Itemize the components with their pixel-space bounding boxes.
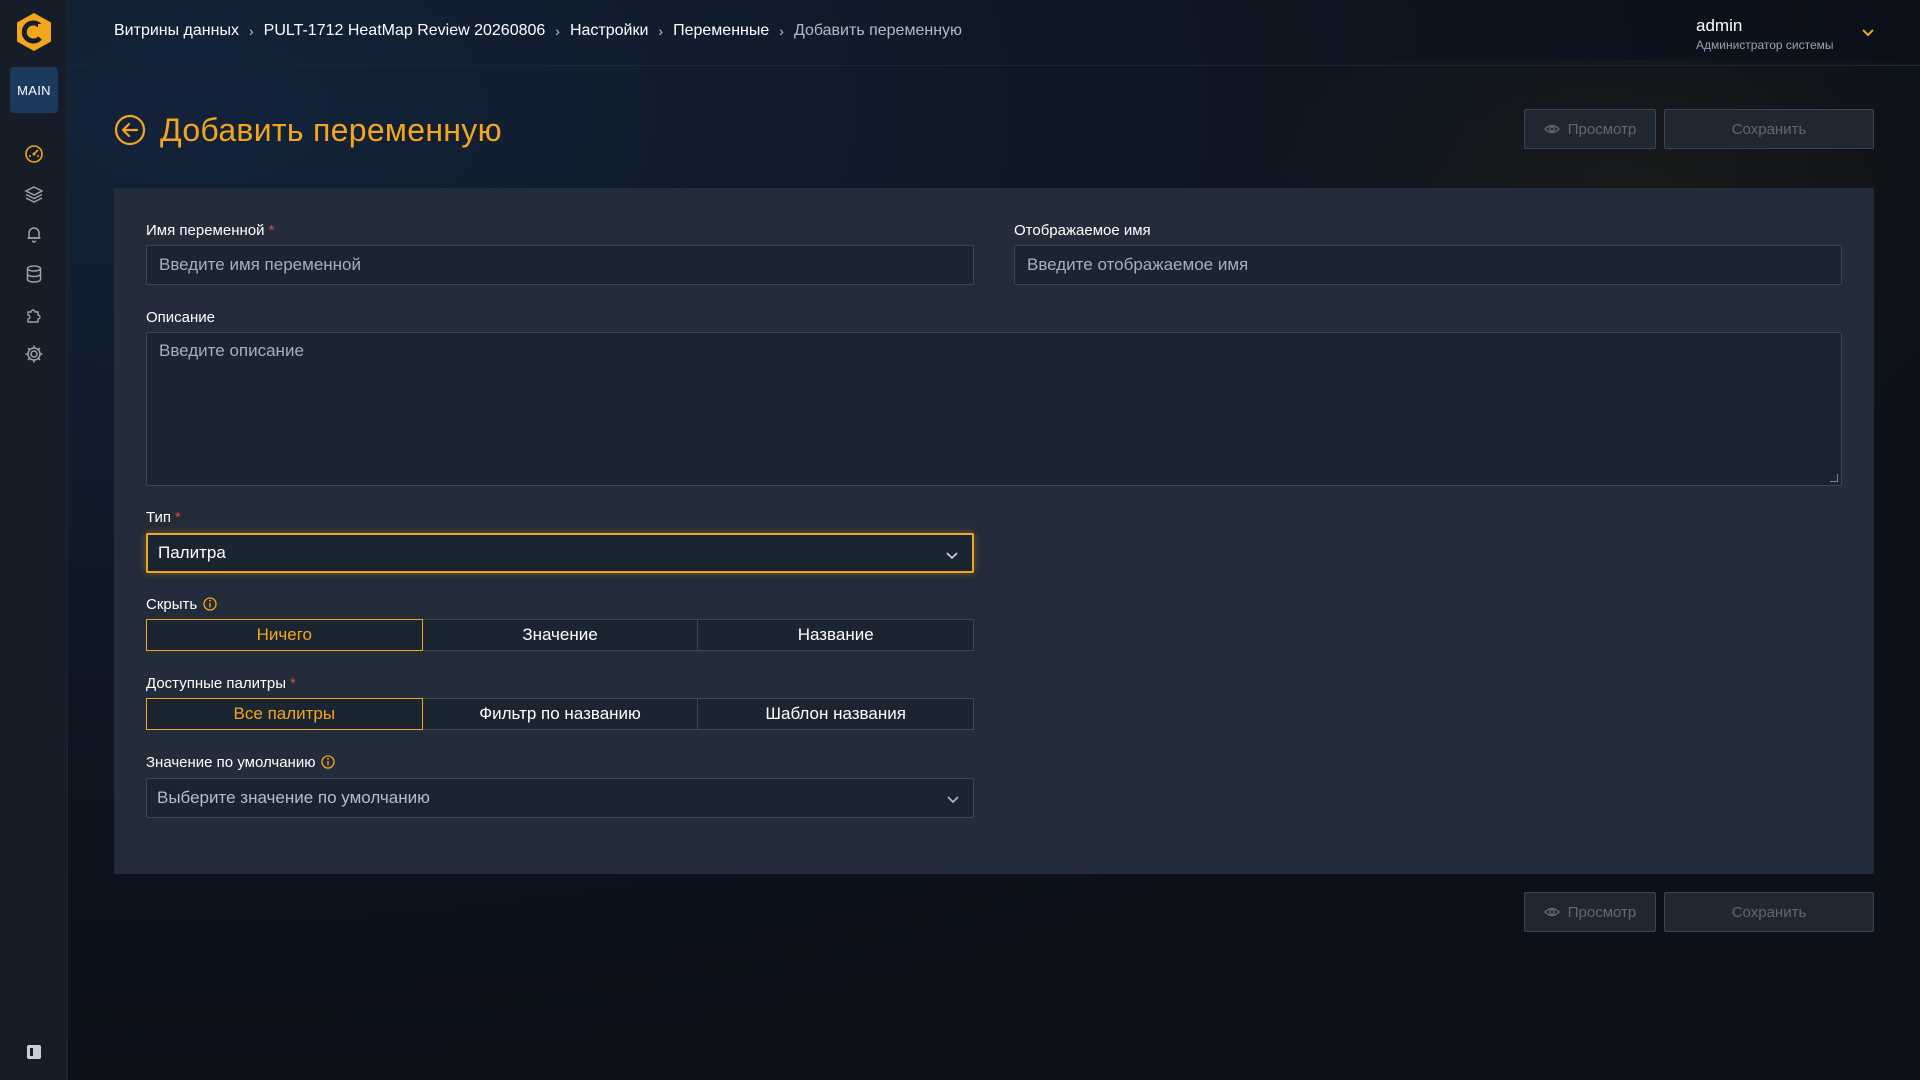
gear-icon[interactable] <box>22 342 46 366</box>
chevron-right-icon: › <box>779 23 784 39</box>
layers-icon[interactable] <box>22 182 46 206</box>
display-name-input[interactable] <box>1014 245 1842 285</box>
sidebar: MAIN <box>0 0 68 1080</box>
database-icon[interactable] <box>22 262 46 286</box>
variable-name-input[interactable] <box>146 245 974 285</box>
app-logo[interactable] <box>14 12 54 52</box>
user-menu[interactable]: admin Администратор системы <box>1696 14 1876 54</box>
preview-label: Просмотр <box>1567 903 1637 921</box>
palettes-option-all[interactable]: Все палитры <box>146 698 423 730</box>
variable-form: Имя переменной* Отображаемое имя Описани… <box>114 188 1874 874</box>
description-textarea[interactable] <box>146 332 1842 486</box>
default-value-select[interactable]: Выберите значение по умолчанию <box>146 778 974 818</box>
type-select[interactable]: Палитра <box>146 533 974 573</box>
hide-segmented-control: Ничего Значение Название <box>146 619 975 651</box>
preview-button[interactable]: Просмотр <box>1524 109 1656 149</box>
preview-button-bottom[interactable]: Просмотр <box>1524 892 1656 932</box>
chevron-down-icon <box>947 796 959 804</box>
palettes-option-template[interactable]: Шаблон названия <box>697 698 975 730</box>
bell-icon[interactable] <box>22 222 46 246</box>
save-button-bottom[interactable]: Сохранить <box>1664 892 1874 932</box>
default-value-placeholder: Выберите значение по умолчанию <box>157 788 430 807</box>
default-value-label: Значение по умолчанию <box>146 754 336 771</box>
chevron-right-icon: › <box>248 23 254 39</box>
chevron-right-icon: › <box>555 23 560 39</box>
breadcrumb-item[interactable]: Витрины данных <box>114 22 239 40</box>
breadcrumb-item[interactable]: PULT-1712 HeatMap Review 20260806 <box>264 22 546 40</box>
hide-option-name[interactable]: Название <box>697 619 975 651</box>
plugin-icon[interactable] <box>22 302 46 326</box>
chevron-right-icon: › <box>658 23 664 39</box>
info-icon[interactable] <box>203 597 217 611</box>
chevron-down-icon[interactable] <box>1860 24 1876 40</box>
hide-option-nothing[interactable]: Ничего <box>146 619 423 651</box>
variable-name-label: Имя переменной * <box>146 222 275 239</box>
info-icon[interactable] <box>321 755 336 769</box>
hide-option-value[interactable]: Значение <box>421 619 699 651</box>
eye-icon <box>1543 124 1560 134</box>
top-bar: Витрины данных › PULT-1712 HeatMap Revie… <box>68 0 1920 66</box>
preview-label: Просмотр <box>1567 120 1637 138</box>
breadcrumb-item[interactable]: Переменные <box>673 22 769 40</box>
save-button[interactable]: Сохранить <box>1664 109 1874 149</box>
breadcrumb-item[interactable]: Настройки <box>570 22 648 40</box>
display-name-label: Отображаемое имя <box>1014 222 1151 239</box>
back-arrow-icon[interactable] <box>114 114 146 146</box>
palettes-segmented-control: Все палитры Фильтр по названию Шаблон на… <box>146 698 975 730</box>
breadcrumb-current: Добавить переменную <box>793 22 963 39</box>
collapse-sidebar-icon[interactable] <box>27 1045 41 1059</box>
eye-icon <box>1543 907 1560 917</box>
hide-label: Скрыть <box>146 596 217 613</box>
palettes-label: Доступные палитры * <box>146 675 296 692</box>
breadcrumb: Витрины данных › PULT-1712 HeatMap Revie… <box>114 22 962 40</box>
page-header: Добавить переменную <box>114 108 502 152</box>
user-name: admin <box>1696 16 1743 35</box>
type-value: Палитра <box>158 543 226 562</box>
save-label: Сохранить <box>1731 120 1807 138</box>
chevron-down-icon <box>946 552 958 560</box>
dashboard-icon[interactable] <box>22 142 46 166</box>
page-title: Добавить переменную <box>160 111 502 148</box>
user-role: Администратор системы <box>1696 38 1834 52</box>
description-label: Описание <box>146 309 216 326</box>
type-label: Тип * <box>146 509 181 526</box>
palettes-option-filter[interactable]: Фильтр по названию <box>421 698 699 730</box>
workspace-badge[interactable]: MAIN <box>10 67 58 113</box>
save-label: Сохранить <box>1731 903 1807 921</box>
resize-handle-icon[interactable] <box>1830 474 1838 482</box>
